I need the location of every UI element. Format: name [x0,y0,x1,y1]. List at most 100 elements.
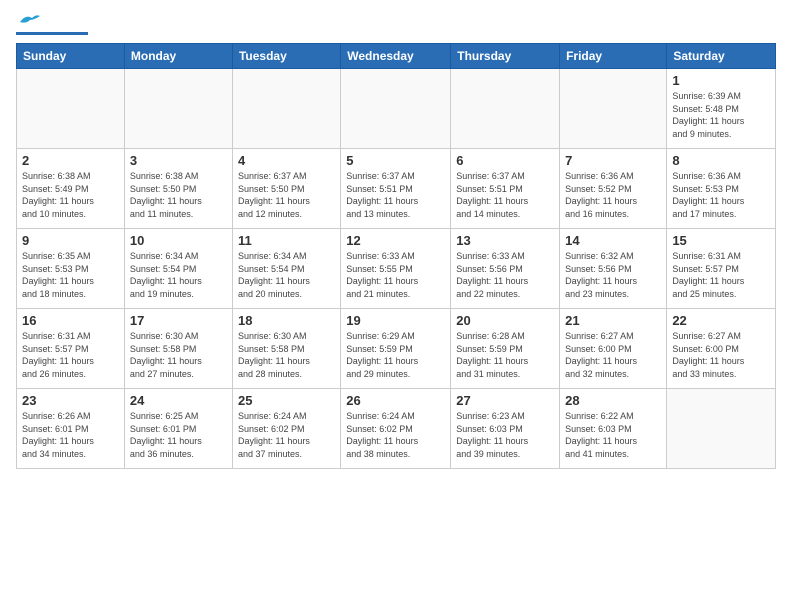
day-number: 15 [672,233,770,248]
day-info: Sunrise: 6:33 AM Sunset: 5:56 PM Dayligh… [456,250,554,300]
calendar-cell: 14Sunrise: 6:32 AM Sunset: 5:56 PM Dayli… [560,229,667,309]
day-info: Sunrise: 6:37 AM Sunset: 5:51 PM Dayligh… [456,170,554,220]
calendar-cell: 13 Sunrise: 6:33 AM Sunset: 5:56 PM Dayli… [451,229,560,309]
calendar-cell: 1Sunrise: 6:39 AM Sunset: 5:48 PM Daylig… [667,69,776,149]
day-info: Sunrise: 6:39 AM Sunset: 5:48 PM Dayligh… [672,90,770,140]
logo [16,20,88,35]
day-header-monday: Monday [124,44,232,69]
calendar-week-row: 2 Sunrise: 6:38 AM Sunset: 5:49 PM Daylig… [17,149,776,229]
day-number: 17 [130,313,227,328]
day-info: Sunrise: 6:28 AM Sunset: 5:59 PM Dayligh… [456,330,554,380]
day-number: 22 [672,313,770,328]
calendar-week-row: 16Sunrise: 6:31 AM Sunset: 5:57 PM Dayli… [17,309,776,389]
calendar-cell: 16Sunrise: 6:31 AM Sunset: 5:57 PM Dayli… [17,309,125,389]
day-info: Sunrise: 6:38 AM Sunset: 5:49 PM Dayligh… [22,170,119,220]
day-info: Sunrise: 6:31 AM Sunset: 5:57 PM Dayligh… [22,330,119,380]
day-number: 25 [238,393,335,408]
day-info: Sunrise: 6:37 AM Sunset: 5:51 PM Dayligh… [346,170,445,220]
day-info: Sunrise: 6:35 AM Sunset: 5:53 PM Dayligh… [22,250,119,300]
day-number: 18 [238,313,335,328]
calendar-cell [17,69,125,149]
calendar-week-row: 1Sunrise: 6:39 AM Sunset: 5:48 PM Daylig… [17,69,776,149]
day-number: 14 [565,233,661,248]
day-header-friday: Friday [560,44,667,69]
logo-underline [16,32,88,35]
day-info: Sunrise: 6:36 AM Sunset: 5:53 PM Dayligh… [672,170,770,220]
day-number: 3 [130,153,227,168]
calendar-cell: 17 Sunrise: 6:30 AM Sunset: 5:58 PM Dayli… [124,309,232,389]
day-info: Sunrise: 6:30 AM Sunset: 5:58 PM Dayligh… [238,330,335,380]
calendar-cell: 15 Sunrise: 6:31 AM Sunset: 5:57 PM Dayli… [667,229,776,309]
calendar-cell [124,69,232,149]
day-info: Sunrise: 6:30 AM Sunset: 5:58 PM Dayligh… [130,330,227,380]
day-info: Sunrise: 6:34 AM Sunset: 5:54 PM Dayligh… [238,250,335,300]
day-number: 5 [346,153,445,168]
day-number: 13 [456,233,554,248]
day-number: 6 [456,153,554,168]
calendar-week-row: 23 Sunrise: 6:26 AM Sunset: 6:01 PM Dayli… [17,389,776,469]
day-info: Sunrise: 6:38 AM Sunset: 5:50 PM Dayligh… [130,170,227,220]
day-info: Sunrise: 6:29 AM Sunset: 5:59 PM Dayligh… [346,330,445,380]
logo-bird-icon [18,12,40,30]
calendar-cell: 8 Sunrise: 6:36 AM Sunset: 5:53 PM Daylig… [667,149,776,229]
day-number: 4 [238,153,335,168]
day-info: Sunrise: 6:27 AM Sunset: 6:00 PM Dayligh… [565,330,661,380]
calendar-cell: 3 Sunrise: 6:38 AM Sunset: 5:50 PM Daylig… [124,149,232,229]
day-header-sunday: Sunday [17,44,125,69]
calendar-cell: 10 Sunrise: 6:34 AM Sunset: 5:54 PM Dayli… [124,229,232,309]
day-number: 11 [238,233,335,248]
calendar-cell: 18 Sunrise: 6:30 AM Sunset: 5:58 PM Dayli… [232,309,340,389]
calendar-cell [667,389,776,469]
calendar-cell: 11 Sunrise: 6:34 AM Sunset: 5:54 PM Dayli… [232,229,340,309]
day-info: Sunrise: 6:36 AM Sunset: 5:52 PM Dayligh… [565,170,661,220]
day-number: 7 [565,153,661,168]
calendar-cell: 23 Sunrise: 6:26 AM Sunset: 6:01 PM Dayli… [17,389,125,469]
calendar-table: SundayMondayTuesdayWednesdayThursdayFrid… [16,43,776,469]
calendar-cell [232,69,340,149]
calendar-cell: 7 Sunrise: 6:36 AM Sunset: 5:52 PM Daylig… [560,149,667,229]
day-info: Sunrise: 6:33 AM Sunset: 5:55 PM Dayligh… [346,250,445,300]
day-number: 19 [346,313,445,328]
day-header-saturday: Saturday [667,44,776,69]
day-number: 23 [22,393,119,408]
day-number: 26 [346,393,445,408]
day-info: Sunrise: 6:22 AM Sunset: 6:03 PM Dayligh… [565,410,661,460]
day-number: 10 [130,233,227,248]
day-info: Sunrise: 6:26 AM Sunset: 6:01 PM Dayligh… [22,410,119,460]
day-info: Sunrise: 6:31 AM Sunset: 5:57 PM Dayligh… [672,250,770,300]
day-info: Sunrise: 6:27 AM Sunset: 6:00 PM Dayligh… [672,330,770,380]
calendar-cell: 9 Sunrise: 6:35 AM Sunset: 5:53 PM Daylig… [17,229,125,309]
day-header-thursday: Thursday [451,44,560,69]
calendar-cell: 2 Sunrise: 6:38 AM Sunset: 5:49 PM Daylig… [17,149,125,229]
day-info: Sunrise: 6:24 AM Sunset: 6:02 PM Dayligh… [346,410,445,460]
day-header-wednesday: Wednesday [341,44,451,69]
day-number: 12 [346,233,445,248]
day-number: 27 [456,393,554,408]
calendar-cell: 12 Sunrise: 6:33 AM Sunset: 5:55 PM Dayli… [341,229,451,309]
calendar-week-row: 9 Sunrise: 6:35 AM Sunset: 5:53 PM Daylig… [17,229,776,309]
day-number: 28 [565,393,661,408]
calendar-cell [451,69,560,149]
calendar-cell: 4 Sunrise: 6:37 AM Sunset: 5:50 PM Daylig… [232,149,340,229]
day-number: 8 [672,153,770,168]
day-header-tuesday: Tuesday [232,44,340,69]
day-info: Sunrise: 6:25 AM Sunset: 6:01 PM Dayligh… [130,410,227,460]
calendar-cell: 19 Sunrise: 6:29 AM Sunset: 5:59 PM Dayli… [341,309,451,389]
calendar-cell: 22 Sunrise: 6:27 AM Sunset: 6:00 PM Dayli… [667,309,776,389]
day-number: 20 [456,313,554,328]
day-info: Sunrise: 6:34 AM Sunset: 5:54 PM Dayligh… [130,250,227,300]
day-number: 21 [565,313,661,328]
calendar-cell: 28 Sunrise: 6:22 AM Sunset: 6:03 PM Dayli… [560,389,667,469]
calendar-cell: 20 Sunrise: 6:28 AM Sunset: 5:59 PM Dayli… [451,309,560,389]
calendar-cell: 5 Sunrise: 6:37 AM Sunset: 5:51 PM Daylig… [341,149,451,229]
day-number: 9 [22,233,119,248]
calendar-cell: 27 Sunrise: 6:23 AM Sunset: 6:03 PM Dayli… [451,389,560,469]
calendar-cell: 21 Sunrise: 6:27 AM Sunset: 6:00 PM Dayli… [560,309,667,389]
calendar-cell: 26 Sunrise: 6:24 AM Sunset: 6:02 PM Dayli… [341,389,451,469]
day-number: 2 [22,153,119,168]
calendar-header-row: SundayMondayTuesdayWednesdayThursdayFrid… [17,44,776,69]
day-info: Sunrise: 6:37 AM Sunset: 5:50 PM Dayligh… [238,170,335,220]
day-info: Sunrise: 6:23 AM Sunset: 6:03 PM Dayligh… [456,410,554,460]
calendar-cell: 25Sunrise: 6:24 AM Sunset: 6:02 PM Dayli… [232,389,340,469]
calendar-cell [341,69,451,149]
